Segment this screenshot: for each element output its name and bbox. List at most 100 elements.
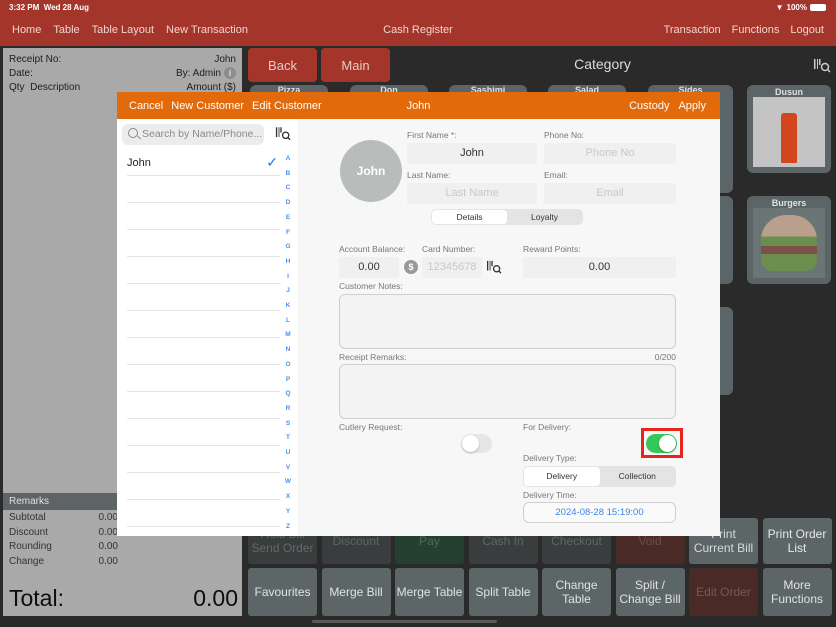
top-bar: 3:32 PM Wed 28 Aug ▼ 100% Home Table Tab… <box>0 0 836 46</box>
customer-notes-label: Customer Notes: <box>339 281 403 291</box>
function-button-split-change-bill[interactable]: Split / Change Bill <box>615 568 685 616</box>
receipt-remarks-counter: 0/200 <box>654 352 676 362</box>
function-button-split-table[interactable]: Split Table <box>468 568 538 616</box>
empty-list-row <box>127 473 280 500</box>
function-button-favourites[interactable]: Favourites <box>248 568 317 616</box>
edit-customer-button[interactable]: Edit Customer <box>252 100 322 112</box>
nav-table-layout[interactable]: Table Layout <box>92 24 154 36</box>
alphabet-index-letter[interactable]: V <box>283 464 293 471</box>
delivery-type-collection[interactable]: Collection <box>600 467 676 486</box>
info-icon[interactable]: i <box>224 67 236 79</box>
category-tile-burgers[interactable]: Burgers <box>747 196 831 284</box>
alphabet-index-letter[interactable]: G <box>283 243 293 250</box>
customer-search-input[interactable]: Search by Name/Phone... <box>122 124 264 145</box>
burgers-image <box>753 208 825 278</box>
status-indicators: ▼ 100% <box>776 3 826 12</box>
alphabet-index-letter[interactable]: H <box>283 258 293 265</box>
delivery-time-picker[interactable]: 2024-08-28 15:19:00 <box>523 502 676 523</box>
alphabet-index-letter[interactable]: F <box>283 229 293 236</box>
modal-header: Cancel New Customer Edit Customer John C… <box>117 92 720 119</box>
phone-label: Phone No: <box>544 130 585 140</box>
alphabet-index-letter[interactable]: I <box>283 273 293 280</box>
alphabet-index-letter[interactable]: C <box>283 184 293 191</box>
function-button-more-functions[interactable]: More Functions <box>762 568 832 616</box>
nav-logout[interactable]: Logout <box>790 24 824 36</box>
alphabet-index-letter[interactable]: N <box>283 346 293 353</box>
alphabet-index-letter[interactable]: A <box>283 155 293 162</box>
function-button-merge-bill[interactable]: Merge Bill <box>321 568 391 616</box>
alphabet-index-letter[interactable]: B <box>283 170 293 177</box>
tab-loyalty[interactable]: Loyalty <box>507 210 582 224</box>
alphabet-index-letter[interactable]: M <box>283 331 293 338</box>
nav-functions[interactable]: Functions <box>732 24 780 36</box>
highlight-box <box>641 428 683 458</box>
cutlery-request-toggle[interactable] <box>461 434 492 453</box>
alphabet-index-letter[interactable]: O <box>283 361 293 368</box>
tab-details[interactable]: Details <box>432 210 507 224</box>
alphabet-index-letter[interactable]: Q <box>283 390 293 397</box>
alphabet-index-letter[interactable]: Z <box>283 523 293 530</box>
receipt-no-label: Receipt No: <box>9 53 62 65</box>
alphabet-index-letter[interactable]: T <box>283 434 293 441</box>
apply-button[interactable]: Apply <box>678 100 706 112</box>
customer-notes-input[interactable] <box>339 294 676 349</box>
alphabet-index-letter[interactable]: L <box>283 317 293 324</box>
customer-list-pane: Search by Name/Phone... John ✓ A BC D E FG H I… <box>117 119 298 536</box>
phone-input[interactable]: Phone No <box>544 143 676 164</box>
details-loyalty-tabs: Details Loyalty <box>431 209 583 225</box>
dollar-icon[interactable]: $ <box>404 260 418 274</box>
new-customer-button[interactable]: New Customer <box>171 100 244 112</box>
alphabet-index-letter[interactable]: E <box>283 214 293 221</box>
card-number-input[interactable]: 12345678 <box>422 257 482 278</box>
by-admin: By: Admin <box>175 68 221 79</box>
alphabet-index-letter[interactable]: K <box>283 302 293 309</box>
receipt-remarks-label: Receipt Remarks: <box>339 352 407 362</box>
back-button[interactable]: Back <box>248 48 317 82</box>
customer-avatar: John <box>340 140 402 202</box>
customer-list-item[interactable]: John ✓ <box>127 149 280 176</box>
reward-points-value: 0.00 <box>523 257 676 278</box>
amount-header: Amount ($) <box>186 81 236 93</box>
cancel-button[interactable]: Cancel <box>129 100 163 112</box>
email-input[interactable]: Email <box>544 183 676 204</box>
horizontal-scrollbar[interactable] <box>312 620 497 623</box>
function-button-edit-order[interactable]: Edit Order <box>689 568 758 616</box>
delivery-type-selector: Delivery Collection <box>523 466 676 487</box>
alphabet-index-letter[interactable]: D <box>283 199 293 206</box>
alphabet-index-letter[interactable]: Y <box>283 508 293 515</box>
empty-list-row <box>127 257 280 284</box>
first-name-input[interactable]: John <box>407 143 537 164</box>
last-name-input[interactable]: Last Name <box>407 183 537 204</box>
for-delivery-label: For Delivery: <box>523 422 572 432</box>
status-time: 3:32 PM Wed 28 Aug <box>9 3 90 12</box>
nav-new-transaction[interactable]: New Transaction <box>166 24 248 36</box>
alphabet-index-letter[interactable]: W <box>283 478 293 485</box>
empty-list-row <box>127 419 280 446</box>
alphabet-index-letter[interactable]: J <box>283 287 293 294</box>
alphabet-index-letter[interactable]: R <box>283 405 293 412</box>
subtotal-row: Subtotal 0.00 <box>9 512 118 523</box>
discount-row: Discount 0.00 <box>9 526 118 538</box>
category-tile-dusun[interactable]: Dusun <box>747 85 831 173</box>
alphabet-index-letter[interactable]: S <box>283 420 293 427</box>
alphabet-index-letter[interactable]: U <box>283 449 293 456</box>
nav-home[interactable]: Home <box>12 24 41 36</box>
alphabet-index-letter[interactable]: P <box>283 376 293 383</box>
function-button-print-order-list[interactable]: Print Order List <box>762 518 832 564</box>
barcode-scan-icon[interactable] <box>486 260 502 274</box>
delivery-type-delivery[interactable]: Delivery <box>524 467 600 486</box>
barcode-scan-icon[interactable] <box>275 126 291 141</box>
custody-button[interactable]: Custody <box>629 100 669 112</box>
delivery-type-label: Delivery Type: <box>523 453 577 463</box>
receipt-remarks-input[interactable] <box>339 364 676 419</box>
barcode-scan-icon[interactable] <box>813 57 831 73</box>
main-button[interactable]: Main <box>321 48 390 82</box>
nav-transaction[interactable]: Transaction <box>664 24 721 36</box>
rounding-row: Rounding 0.00 <box>9 541 118 552</box>
function-button-change-table[interactable]: Change Table <box>542 568 611 616</box>
function-button-merge-table[interactable]: Merge Table <box>395 568 464 616</box>
description-header: Description <box>30 81 81 93</box>
nav-table[interactable]: Table <box>53 24 79 36</box>
alphabet-index-letter[interactable]: X <box>283 493 293 500</box>
date-label: Date: <box>9 67 33 79</box>
